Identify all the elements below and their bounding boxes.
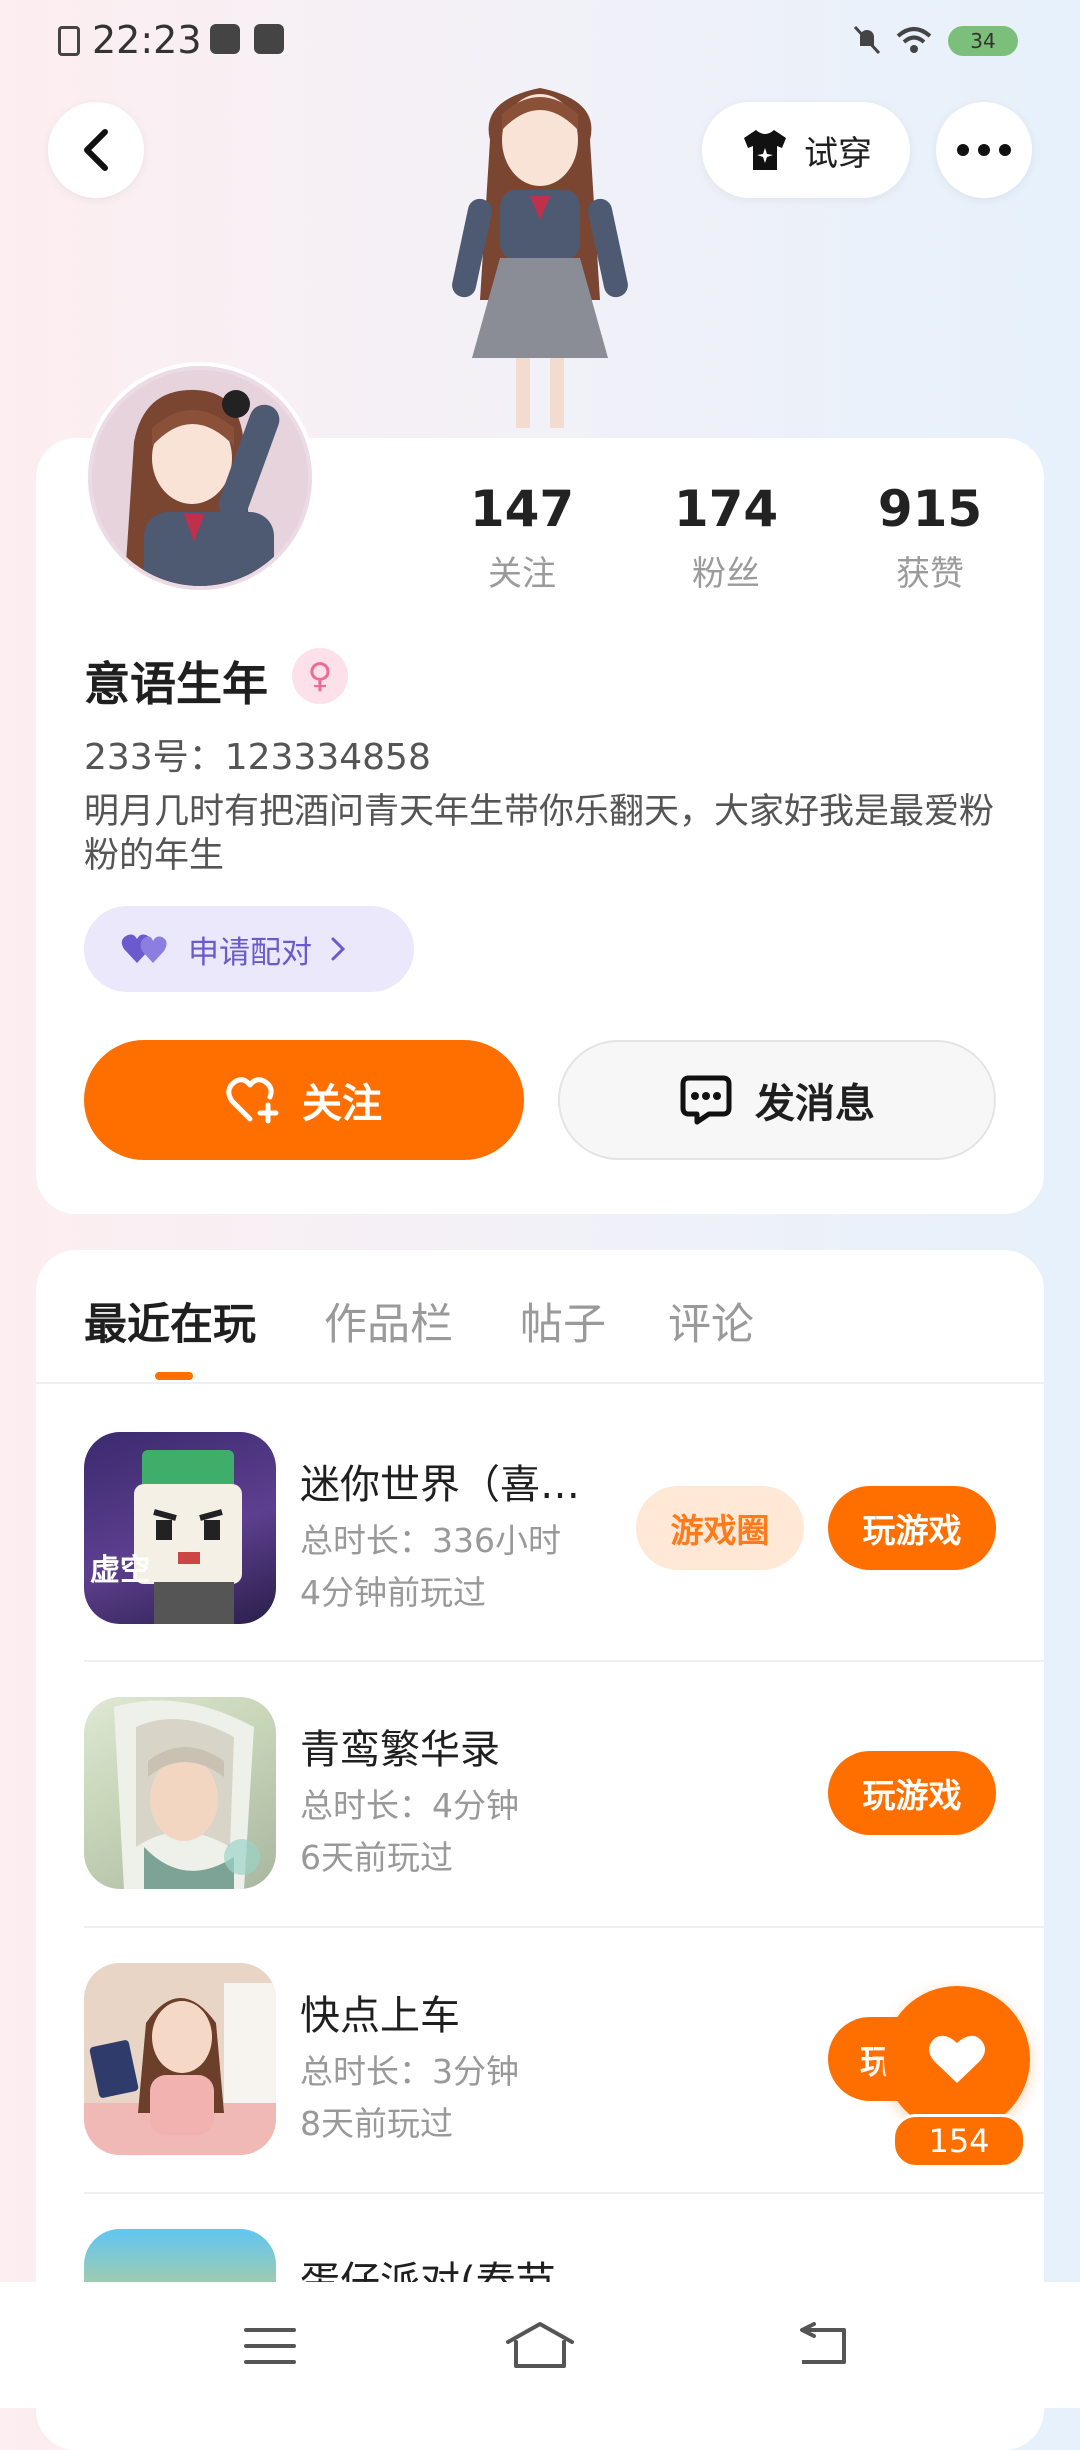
game-title: 蛋仔派对(春节… <box>300 2259 596 2282</box>
game-title: 青鸾繁华录 <box>300 1727 500 1773</box>
heart-plus-icon <box>226 1077 279 1124</box>
more-dots-icon <box>957 144 1011 156</box>
wifi-icon <box>896 27 932 53</box>
try-on-label: 试穿 <box>804 133 872 174</box>
request-pair-label: 申请配对 <box>188 934 312 971</box>
try-on-button[interactable]: 试穿 <box>702 102 910 198</box>
play-game-button[interactable]: 玩游戏 <box>828 1486 996 1570</box>
game-title: 迷你世界（喜… <box>300 1462 580 1508</box>
back-button[interactable] <box>48 102 144 198</box>
following-label: 关注 <box>488 554 556 594</box>
heart-icon <box>929 2035 985 2083</box>
game-duration: 总时长：3分钟 <box>300 2052 519 2091</box>
game-icon <box>84 2229 276 2282</box>
character-illustration <box>452 88 628 428</box>
kuaidian-shangche-icon <box>84 1963 276 2155</box>
game-last-played: 8天前玩过 <box>300 2104 453 2143</box>
game-row[interactable]: 青鸾繁华录 总时长：4分钟 6天前玩过 玩游戏 <box>84 1697 1014 1889</box>
game-icon: 虚空 <box>84 1432 276 1624</box>
female-gender-icon: ♀ <box>292 648 348 704</box>
chevron-right-icon <box>331 937 346 961</box>
user-bio: 明月几时有把酒问青天年生带你乐翻天，大家好我是最爱粉粉的年生 <box>84 792 995 876</box>
tab-works[interactable]: 作品栏 <box>324 1290 453 1352</box>
more-button[interactable] <box>936 102 1032 198</box>
game-icon <box>84 1697 276 1889</box>
followers-label: 粉丝 <box>692 554 760 594</box>
chevron-left-icon <box>84 129 108 171</box>
likes-count[interactable]: 915 <box>830 480 1030 538</box>
mini-world-icon <box>134 1450 242 1624</box>
game-circle-button[interactable]: 游戏圈 <box>636 1486 804 1570</box>
tab-posts[interactable]: 帖子 <box>520 1290 606 1352</box>
game-icon <box>84 1963 276 2155</box>
game-duration: 总时长：336小时 <box>300 1521 561 1560</box>
game-last-played: 6天前玩过 <box>300 1838 453 1877</box>
game-row[interactable]: 快点上车 总时长：3分钟 8天前玩过 玩 <box>84 1963 1014 2155</box>
avatar-image <box>88 366 312 590</box>
chat-bubble-icon <box>680 1075 732 1125</box>
app-notification-icon <box>254 24 284 54</box>
username: 意语生年 <box>84 657 268 711</box>
system-nav-bar <box>0 2282 1080 2408</box>
tab-recently-played[interactable]: 最近在玩 <box>84 1290 256 1352</box>
game-duration: 总时长：4分钟 <box>300 1786 519 1825</box>
floating-like-button[interactable] <box>884 1986 1030 2132</box>
like-count-badge: 154 <box>892 2114 1026 2168</box>
sim-icon <box>58 26 80 56</box>
game-title: 快点上车 <box>300 1993 460 2039</box>
avatar[interactable] <box>84 362 316 594</box>
game-row[interactable]: 蛋仔派对(春节… <box>84 2229 1014 2282</box>
game-icon-caption: 虚空 <box>90 1553 150 1588</box>
mute-icon <box>853 25 881 55</box>
shirt-icon <box>744 130 786 170</box>
send-message-button[interactable]: 发消息 <box>558 1040 996 1160</box>
mail-notification-icon <box>210 24 240 54</box>
row-divider <box>84 2192 1044 2194</box>
status-time: 22:23 <box>92 18 202 62</box>
send-message-label: 发消息 <box>755 1081 875 1127</box>
double-heart-icon <box>121 934 167 963</box>
status-bar: 22:23 34 <box>0 0 1080 90</box>
back-nav-icon[interactable] <box>796 2322 852 2368</box>
menu-icon[interactable] <box>244 2326 296 2366</box>
followers-count[interactable]: 174 <box>626 480 826 538</box>
row-divider <box>84 1926 1044 1928</box>
likes-label: 获赞 <box>896 554 964 594</box>
following-count[interactable]: 147 <box>422 480 622 538</box>
battery-indicator: 34 <box>948 26 1018 56</box>
follow-label: 关注 <box>302 1081 382 1127</box>
user-id: 233号：123334858 <box>84 737 431 778</box>
active-tab-indicator <box>155 1372 193 1380</box>
qingluan-icon <box>114 1700 260 1889</box>
tab-comments[interactable]: 评论 <box>668 1290 754 1352</box>
row-divider <box>84 1660 1044 1662</box>
game-row[interactable]: 虚空 迷你世界（喜… 总时长：336小时 4分钟前玩过 游戏圈 玩游戏 <box>84 1432 1014 1624</box>
follow-button[interactable]: 关注 <box>84 1040 524 1160</box>
game-last-played: 4分钟前玩过 <box>300 1573 486 1612</box>
request-pair-button[interactable]: 申请配对 <box>84 906 414 992</box>
tabs-divider <box>36 1382 1044 1384</box>
play-game-button[interactable]: 玩游戏 <box>828 1751 996 1835</box>
home-icon[interactable] <box>504 2320 576 2370</box>
